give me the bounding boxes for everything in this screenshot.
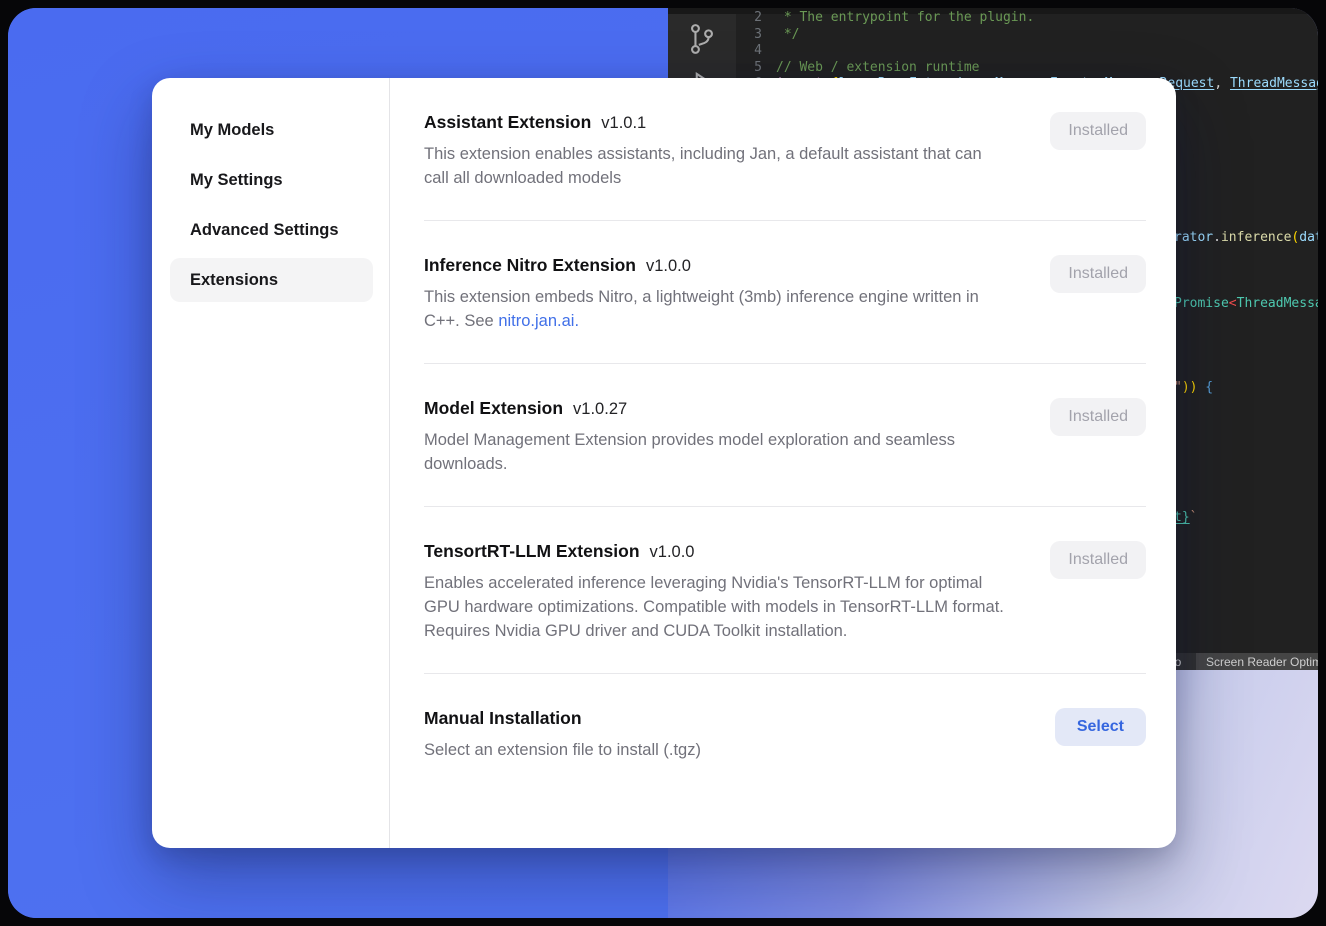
extension-description: Model Management Extension provides mode… xyxy=(424,428,1004,476)
extension-title: Model Extension xyxy=(424,398,563,419)
source-control-icon[interactable] xyxy=(685,22,719,56)
select-file-button[interactable]: Select xyxy=(1055,708,1146,746)
code-line: 3 */ xyxy=(736,27,1318,44)
installed-button-model[interactable]: Installed xyxy=(1050,398,1146,436)
installed-button-assistant[interactable]: Installed xyxy=(1050,112,1146,150)
extension-version: v1.0.27 xyxy=(573,400,627,419)
manual-installation-row: Manual Installation Select an extension … xyxy=(424,673,1146,792)
nitro-jan-ai-link[interactable]: nitro.jan.ai. xyxy=(498,312,579,330)
extension-version: v1.0.1 xyxy=(601,114,646,133)
code-fragment: ")) { xyxy=(1174,380,1213,395)
extension-version: v1.0.0 xyxy=(646,257,691,276)
code-fragment: Promise<ThreadMessage> xyxy=(1174,296,1318,311)
sidebar-item-advanced-settings[interactable]: Advanced Settings xyxy=(170,208,373,252)
extension-description: This extension embeds Nitro, a lightweig… xyxy=(424,285,1004,333)
extension-row-inference-nitro: Inference Nitro Extension v1.0.0 This ex… xyxy=(424,220,1146,363)
extension-title: Assistant Extension xyxy=(424,112,591,133)
settings-sidebar: My Models My Settings Advanced Settings … xyxy=(152,78,390,848)
manual-installation-title: Manual Installation xyxy=(424,708,582,729)
settings-card: My Models My Settings Advanced Settings … xyxy=(152,78,1176,848)
extension-version: v1.0.0 xyxy=(650,543,695,562)
sidebar-item-my-settings[interactable]: My Settings xyxy=(170,158,373,202)
extensions-list: Assistant Extension v1.0.1 This extensio… xyxy=(390,78,1176,848)
extension-row-assistant: Assistant Extension v1.0.1 This extensio… xyxy=(424,78,1146,220)
code-line: 4 xyxy=(736,43,1318,60)
code-fragment: t}` xyxy=(1174,510,1197,525)
extension-title: Inference Nitro Extension xyxy=(424,255,636,276)
extension-description: This extension enables assistants, inclu… xyxy=(424,142,1004,190)
code-line: 2 * The entrypoint for the plugin. xyxy=(736,10,1318,27)
installed-button-tensorrt-llm[interactable]: Installed xyxy=(1050,541,1146,579)
sidebar-item-my-models[interactable]: My Models xyxy=(170,108,373,152)
scene: 2 * The entrypoint for the plugin.3 */45… xyxy=(8,8,1318,918)
installed-button-inference-nitro[interactable]: Installed xyxy=(1050,255,1146,293)
code-fragment: rator.inference(data)); xyxy=(1174,230,1318,245)
manual-installation-description: Select an extension file to install (.tg… xyxy=(424,738,1004,762)
extension-row-tensorrt-llm: TensortRT-LLM Extension v1.0.0 Enables a… xyxy=(424,506,1146,673)
extension-row-model: Model Extension v1.0.27 Model Management… xyxy=(424,363,1146,506)
sidebar-item-extensions[interactable]: Extensions xyxy=(170,258,373,302)
screen-reader-optimized-item[interactable]: Screen Reader Optimized xyxy=(1196,653,1318,670)
code-line: 5// Web / extension runtime xyxy=(736,60,1318,77)
extension-description: Enables accelerated inference leveraging… xyxy=(424,571,1004,643)
extension-title: TensortRT-LLM Extension xyxy=(424,541,640,562)
